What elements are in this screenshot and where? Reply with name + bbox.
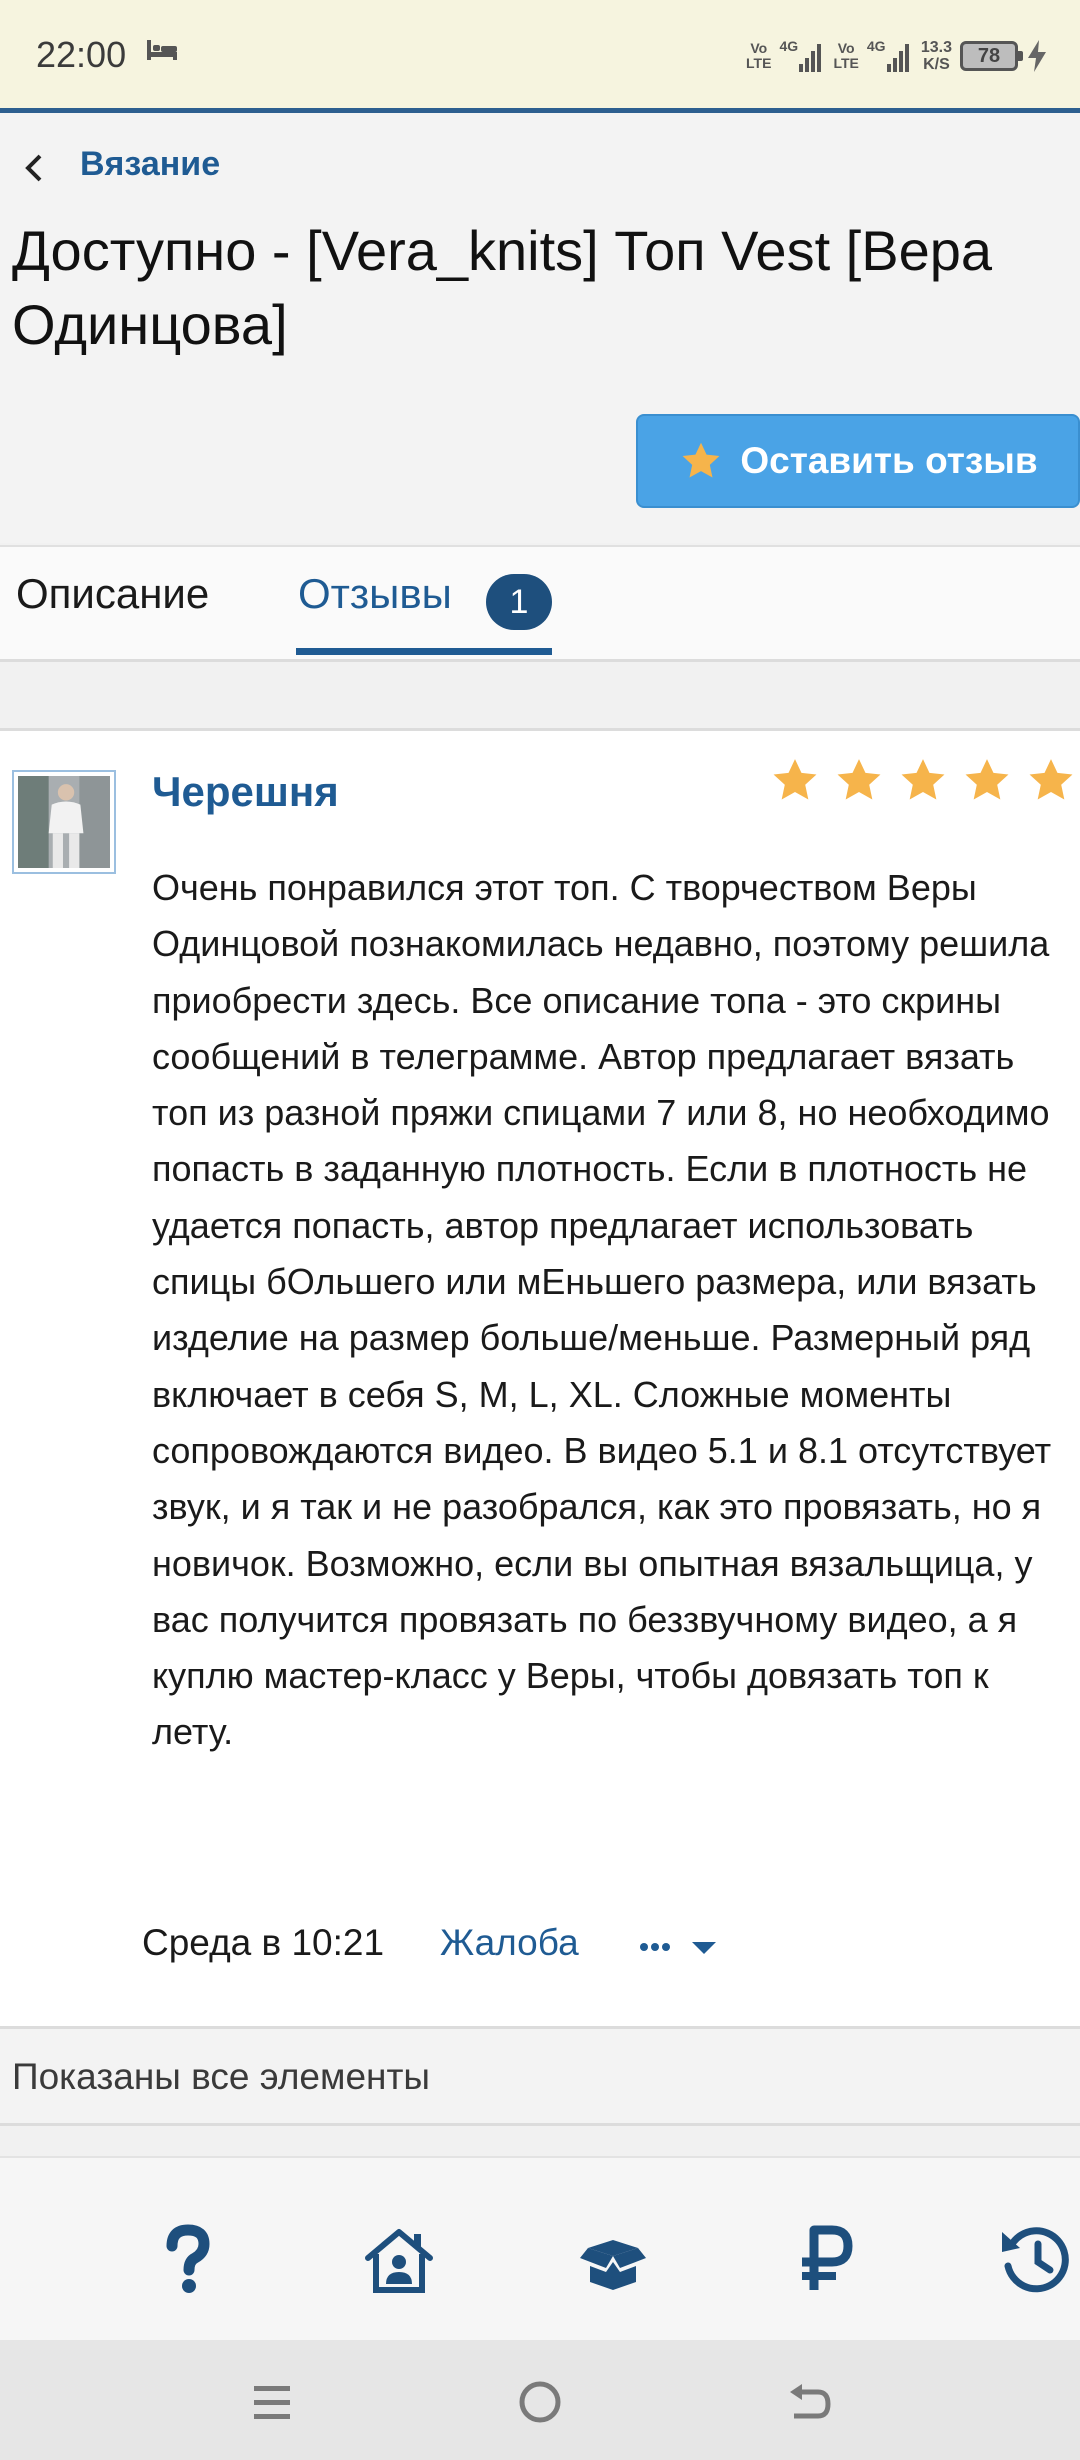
back-arrow-icon[interactable] <box>18 148 48 188</box>
active-tab-indicator <box>296 648 552 655</box>
back-icon[interactable] <box>782 2376 834 2428</box>
signal-2: 4G <box>867 38 913 74</box>
more-options-icon[interactable] <box>640 1936 744 1958</box>
home-circle-icon[interactable] <box>514 2376 566 2428</box>
star-icon <box>837 759 881 800</box>
review-date[interactable]: Среда в 10:21 <box>142 1922 384 1964</box>
status-time: 22:00 <box>36 34 127 75</box>
ruble-icon[interactable] <box>788 2222 862 2296</box>
history-icon[interactable] <box>998 2222 1072 2296</box>
star-icon <box>1029 759 1073 800</box>
battery-indicator: 78 <box>960 41 1023 71</box>
report-link[interactable]: Жалоба <box>440 1922 579 1964</box>
history-icon <box>1002 2227 1069 2293</box>
box-icon[interactable] <box>576 2222 650 2296</box>
review-author[interactable]: Черешня <box>152 768 339 816</box>
tab-reviews[interactable]: Отзывы <box>298 570 452 618</box>
bed-icon <box>147 40 177 60</box>
charging-icon <box>1028 40 1046 72</box>
breadcrumb-link[interactable]: Вязание <box>80 145 220 184</box>
menu-icon[interactable] <box>246 2376 298 2428</box>
signal-icon <box>799 44 822 72</box>
help-icon <box>166 2224 210 2293</box>
ruble-icon <box>802 2225 853 2290</box>
signal-1: 4G <box>779 38 825 74</box>
home-icon[interactable] <box>362 2222 436 2296</box>
reviews-count-badge: 1 <box>486 574 552 630</box>
star-icon <box>965 759 1009 800</box>
avatar[interactable] <box>12 770 116 874</box>
leave-review-label: Оставить отзыв <box>740 440 1038 481</box>
network-speed: 13.3 K/S <box>920 39 952 73</box>
tab-description[interactable]: Описание <box>16 570 209 618</box>
page-title: Доступно - [Vera_knits] Топ Vest [Вера О… <box>12 219 993 356</box>
rating-stars <box>770 756 1076 806</box>
leave-review-button[interactable]: Оставить отзыв <box>636 414 1080 508</box>
signal-icon <box>886 44 909 72</box>
show-all-label: Показаны все элементы <box>12 2056 431 2097</box>
star-icon <box>682 442 720 478</box>
status-icons: Vo LTE 4G Vo LTE 4G 13.3 K/S 78 <box>746 34 1048 78</box>
home-icon <box>365 2229 433 2293</box>
star-icon <box>773 759 817 800</box>
volte-1: Vo LTE <box>746 40 772 71</box>
star-icon <box>901 759 945 800</box>
volte-2: Vo LTE <box>833 40 859 71</box>
help-icon[interactable] <box>150 2222 224 2296</box>
review-text: Очень понравился этот топ. С творчеством… <box>152 867 1052 1753</box>
box-icon <box>580 2240 646 2290</box>
avatar-image <box>18 776 110 868</box>
